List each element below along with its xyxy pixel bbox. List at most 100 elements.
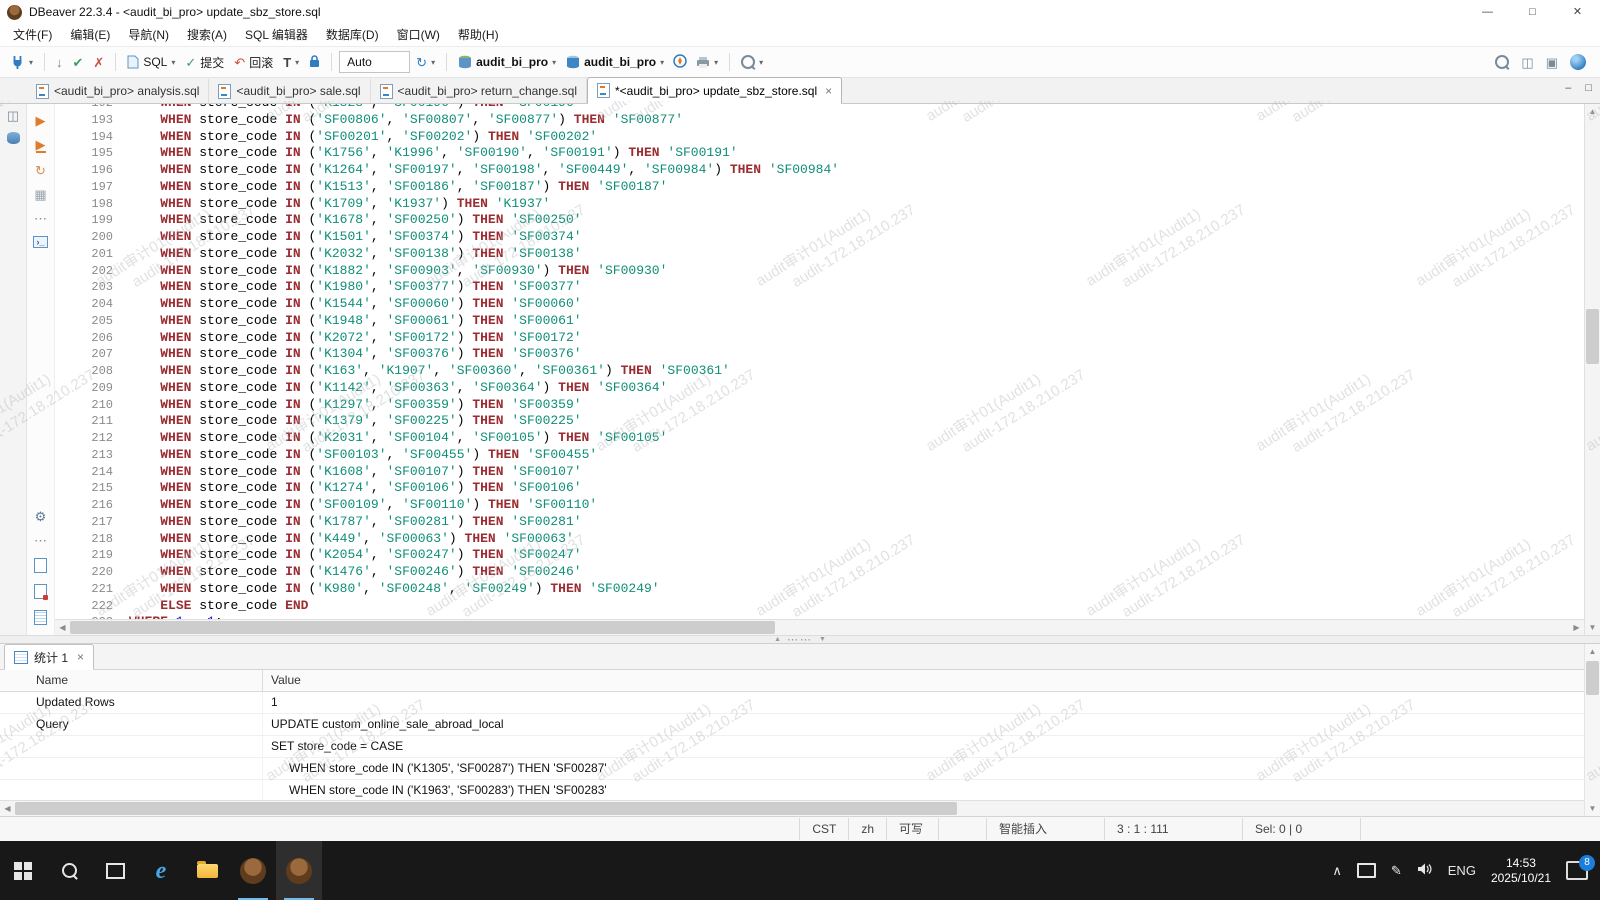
rollback-x-icon[interactable]: ✗ xyxy=(89,56,108,69)
rollback-button[interactable]: ↶ 回滚 xyxy=(230,52,277,73)
menu-item[interactable]: 导航(N) xyxy=(119,25,178,45)
close-results-icon[interactable]: × xyxy=(77,650,84,664)
transaction-log-button[interactable]: T ▾ xyxy=(279,54,303,71)
commit-mode-combo[interactable]: Auto xyxy=(339,51,410,73)
status-writable[interactable]: 可写 xyxy=(886,818,938,840)
result-row[interactable]: Updated Rows1 xyxy=(0,692,1600,714)
menu-item[interactable]: 帮助(H) xyxy=(449,25,508,45)
fetch-arrow-icon[interactable]: ↓ xyxy=(52,56,67,69)
notification-center-icon[interactable]: 8 xyxy=(1566,861,1588,880)
commit-check-icon[interactable]: ✔ xyxy=(69,56,88,69)
editor-tab[interactable]: <audit_bi_pro> return_change.sql xyxy=(371,79,587,103)
volume-icon[interactable] xyxy=(1417,862,1433,879)
status-caret-position[interactable]: 3 : 1 : 111 xyxy=(1104,818,1242,840)
code-line[interactable]: 199 WHEN store_code IN ('K1678', 'SF0025… xyxy=(55,212,1584,229)
result-row[interactable]: WHEN store_code IN ('K1305', 'SF00287') … xyxy=(0,758,1600,780)
file-explorer-button[interactable] xyxy=(184,841,230,900)
code-line[interactable]: 211 WHEN store_code IN ('K1379', 'SF0022… xyxy=(55,413,1584,430)
minimize-window-button[interactable]: — xyxy=(1465,0,1510,24)
display-icon[interactable] xyxy=(1357,863,1376,878)
statistics-tab[interactable]: 统计 1 × xyxy=(4,644,94,670)
editor-tab[interactable]: *<audit_bi_pro> update_sbz_store.sql× xyxy=(587,77,842,104)
task-view-button[interactable] xyxy=(92,841,138,900)
quick-search-icon[interactable] xyxy=(1495,55,1509,69)
settings-gear-icon[interactable]: ⚙ xyxy=(35,510,47,523)
close-window-button[interactable]: ✕ xyxy=(1555,0,1600,24)
close-tab-icon[interactable]: × xyxy=(825,84,832,98)
code-line[interactable]: 220 WHEN store_code IN ('K1476', 'SF0024… xyxy=(55,564,1584,581)
hscroll-track[interactable] xyxy=(70,620,1569,635)
open-file-icon[interactable] xyxy=(34,558,47,573)
code-line[interactable]: 202 WHEN store_code IN ('K1882', 'SF0090… xyxy=(55,263,1584,280)
code-line[interactable]: 209 WHEN store_code IN ('K1142', 'SF0036… xyxy=(55,380,1584,397)
result-row[interactable]: QueryUPDATE custom_online_sale_abroad_lo… xyxy=(0,714,1600,736)
code-line[interactable]: 200 WHEN store_code IN ('K1501', 'SF0037… xyxy=(55,229,1584,246)
code-line[interactable]: 218 WHEN store_code IN ('K449', 'SF00063… xyxy=(55,531,1584,548)
scroll-left-icon[interactable]: ◀ xyxy=(55,620,70,635)
sql-editor-menu-button[interactable]: SQL ▾ xyxy=(123,53,179,71)
commit-button[interactable]: ✓ 提交 xyxy=(181,52,228,73)
code-line[interactable]: 192 WHEN store_code IN ('K1828', 'SF0019… xyxy=(55,104,1584,112)
taskbar-clock[interactable]: 14:53 2025/10/21 xyxy=(1491,856,1551,886)
minimize-view-icon[interactable]: – xyxy=(1565,82,1571,94)
code-line[interactable]: 194 WHEN store_code IN ('SF00201', 'SF00… xyxy=(55,129,1584,146)
navigate-compass-icon[interactable] xyxy=(670,54,690,71)
results-hscroll-track[interactable] xyxy=(15,801,1585,816)
maximize-view-icon[interactable]: □ xyxy=(1585,82,1592,94)
vscroll-thumb[interactable] xyxy=(1586,309,1599,364)
code-line[interactable]: 198 WHEN store_code IN ('K1709', 'K1937'… xyxy=(55,196,1584,213)
menu-item[interactable]: SQL 编辑器 xyxy=(236,25,317,45)
vscroll-track[interactable] xyxy=(1585,119,1600,620)
scroll-down-icon[interactable]: ▼ xyxy=(1585,620,1600,635)
refresh-schedule-button[interactable]: ↻ ▾ xyxy=(412,54,439,71)
scroll-up-icon[interactable]: ▲ xyxy=(1585,644,1600,659)
new-connection-button[interactable]: ▾ xyxy=(6,53,37,72)
splitter-up-icon[interactable]: ▲ xyxy=(774,636,781,643)
menu-item[interactable]: 编辑(E) xyxy=(61,25,119,45)
pen-icon[interactable]: ✎ xyxy=(1391,863,1402,879)
dbeaver-taskbar-button[interactable] xyxy=(230,841,276,900)
menu-item[interactable]: 文件(F) xyxy=(4,25,61,45)
code-line[interactable]: 213 WHEN store_code IN ('SF00103', 'SF00… xyxy=(55,447,1584,464)
database-navigator-icon[interactable] xyxy=(7,132,20,144)
status-timezone[interactable]: CST xyxy=(799,818,848,840)
more-actions-icon[interactable]: ⋯ xyxy=(34,212,47,225)
code-line[interactable]: 204 WHEN store_code IN ('K1544', 'SF0006… xyxy=(55,296,1584,313)
open-perspective-icon[interactable]: ◫ xyxy=(1521,56,1533,69)
result-row[interactable]: WHEN store_code IN ('K1963', 'SF00283') … xyxy=(0,780,1600,800)
code-line[interactable]: 196 WHEN store_code IN ('K1264', 'SF0019… xyxy=(55,162,1584,179)
code-line[interactable]: 193 WHEN store_code IN ('SF00806', 'SF00… xyxy=(55,112,1584,129)
search-menu-button[interactable]: ▾ xyxy=(737,53,767,71)
code-line[interactable]: 212 WHEN store_code IN ('K2031', 'SF0010… xyxy=(55,430,1584,447)
results-hscrollbar[interactable]: ◀ ▶ xyxy=(0,800,1600,816)
editor-vscrollbar[interactable]: ▲ ▼ xyxy=(1584,104,1600,635)
save-file-icon[interactable] xyxy=(34,584,47,599)
code-line[interactable]: 206 WHEN store_code IN ('K2072', 'SF0017… xyxy=(55,330,1584,347)
results-vscroll-thumb[interactable] xyxy=(1586,661,1599,695)
sql-console-icon[interactable]: ›_ xyxy=(33,236,47,248)
dbeaver-cloud-icon[interactable] xyxy=(1570,54,1586,70)
code-line[interactable]: 197 WHEN store_code IN ('K1513', 'SF0018… xyxy=(55,179,1584,196)
execute-statement-icon[interactable]: ▶ xyxy=(36,114,46,127)
menu-item[interactable]: 数据库(D) xyxy=(317,25,388,45)
code-line[interactable]: 217 WHEN store_code IN ('K1787', 'SF0028… xyxy=(55,514,1584,531)
code-line[interactable]: 216 WHEN store_code IN ('SF00109', 'SF00… xyxy=(55,497,1584,514)
splitter-down-icon[interactable]: ▼ xyxy=(819,636,826,643)
code-line[interactable]: 203 WHEN store_code IN ('K1980', 'SF0037… xyxy=(55,279,1584,296)
editor-hscrollbar[interactable]: ◀ ▶ xyxy=(55,619,1584,635)
connection-selector[interactable]: audit_bi_pro ▾ xyxy=(454,53,560,71)
scroll-down-icon[interactable]: ▼ xyxy=(1585,801,1600,816)
code-line[interactable]: 215 WHEN store_code IN ('K1274', 'SF0010… xyxy=(55,480,1584,497)
code-line[interactable]: 207 WHEN store_code IN ('K1304', 'SF0037… xyxy=(55,346,1584,363)
execute-script-icon[interactable]: ▶ xyxy=(36,138,46,153)
code-line[interactable]: 219 WHEN store_code IN ('K2054', 'SF0024… xyxy=(55,547,1584,564)
code-line[interactable]: 222 ELSE store_code END xyxy=(55,598,1584,615)
result-row[interactable]: SET store_code = CASE xyxy=(0,736,1600,758)
start-button[interactable] xyxy=(0,841,46,900)
print-button[interactable]: ▾ xyxy=(692,54,722,71)
menu-item[interactable]: 搜索(A) xyxy=(178,25,236,45)
code-line[interactable]: 208 WHEN store_code IN ('K163', 'K1907',… xyxy=(55,363,1584,380)
input-language-indicator[interactable]: ENG xyxy=(1448,863,1476,878)
sql-editor[interactable]: 192 WHEN store_code IN ('K1828', 'SF0019… xyxy=(55,104,1584,619)
status-insert-mode[interactable]: 智能插入 xyxy=(986,818,1104,840)
